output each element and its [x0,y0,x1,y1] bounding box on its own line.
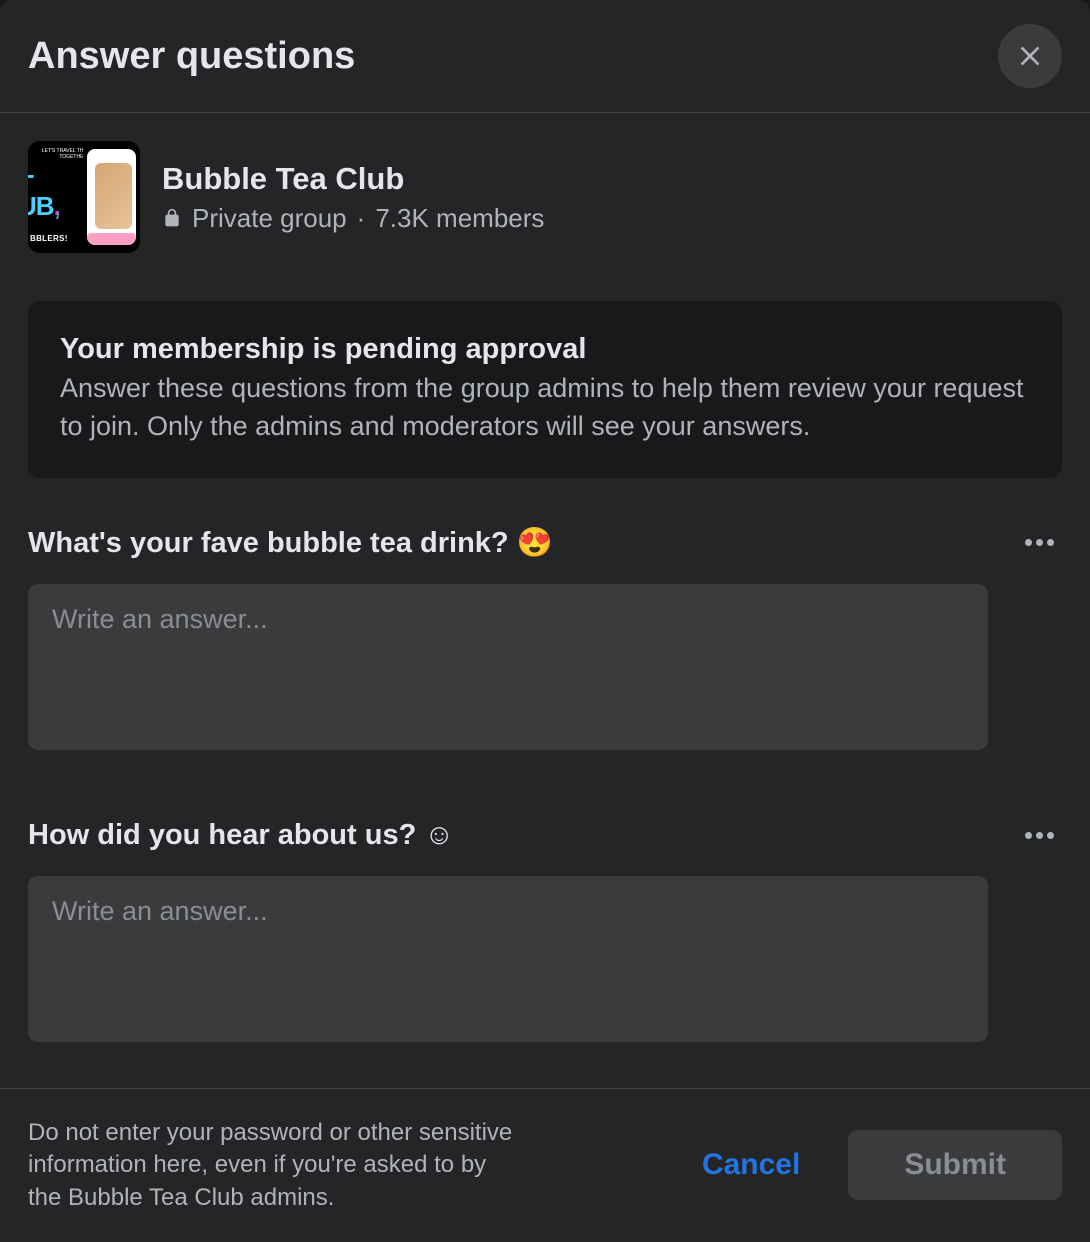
modal-footer: Do not enter your password or other sens… [0,1088,1090,1242]
group-privacy-label: Private group [192,203,347,234]
question-menu-button[interactable] [1017,824,1062,847]
question-block-2: How did you hear about us? ☺ [28,819,1062,1047]
answer-input-2[interactable] [28,876,988,1042]
group-header: LET'S TRAVEL THTOGETHE TUB, BBLERS! Bubb… [28,141,1062,253]
group-info: Bubble Tea Club Private group · 7.3K mem… [162,161,544,234]
close-icon [1014,40,1046,72]
footer-actions: Cancel Submit [686,1130,1062,1200]
cancel-button[interactable]: Cancel [686,1140,816,1190]
modal-header: Answer questions [0,0,1090,113]
group-image: LET'S TRAVEL THTOGETHE TUB, BBLERS! [28,141,140,253]
dots-icon [1025,539,1032,546]
question-block-1: What's your fave bubble tea drink? 😍 [28,526,1062,755]
close-button[interactable] [998,24,1062,88]
group-name: Bubble Tea Club [162,161,544,197]
footer-warning: Do not enter your password or other sens… [28,1117,518,1214]
modal-content: LET'S TRAVEL THTOGETHE TUB, BBLERS! Bubb… [0,113,1090,1242]
lock-icon [162,208,182,228]
pending-description: Answer these questions from the group ad… [60,370,1030,446]
answer-questions-modal: Answer questions LET'S TRAVEL THTOGETHE … [0,0,1090,1242]
dots-icon [1025,832,1032,839]
question-text: What's your fave bubble tea drink? 😍 [28,526,553,560]
group-members-count: 7.3K members [375,203,544,234]
pending-approval-box: Your membership is pending approval Answ… [28,301,1062,478]
question-text: How did you hear about us? ☺ [28,819,454,852]
submit-button[interactable]: Submit [848,1130,1062,1200]
question-header: How did you hear about us? ☺ [28,819,1062,852]
question-menu-button[interactable] [1017,531,1062,554]
question-header: What's your fave bubble tea drink? 😍 [28,526,1062,560]
modal-title: Answer questions [28,35,355,78]
group-meta: Private group · 7.3K members [162,203,544,234]
separator: · [357,203,366,234]
pending-title: Your membership is pending approval [60,333,1030,366]
answer-input-1[interactable] [28,584,988,750]
